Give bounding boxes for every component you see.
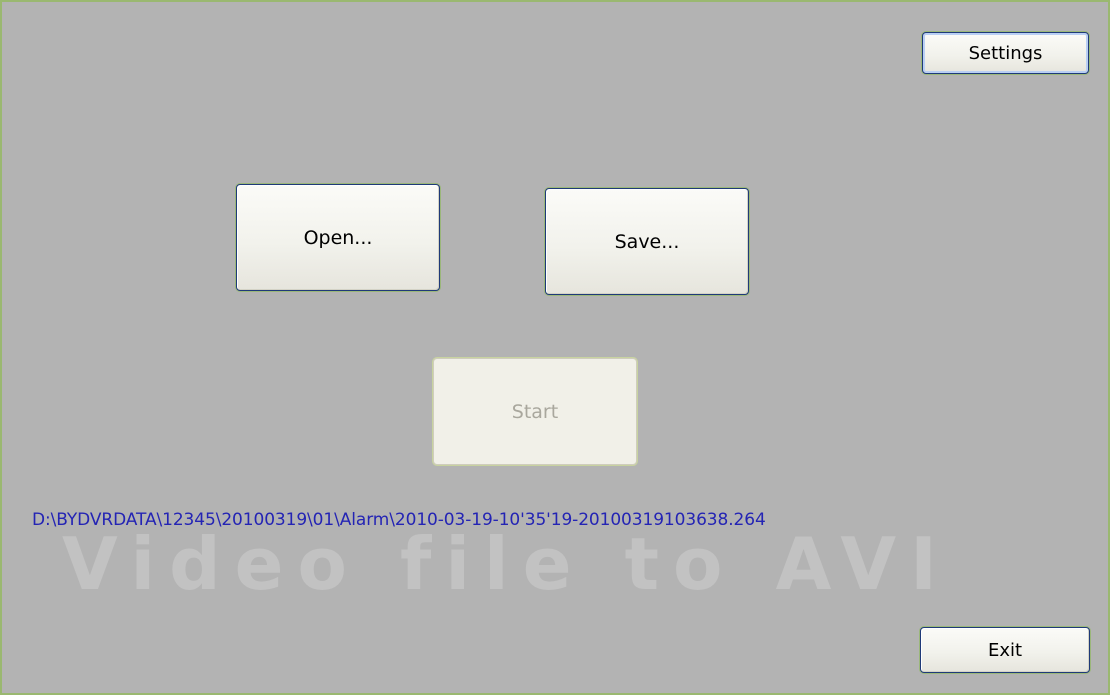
settings-button[interactable]: Settings <box>922 32 1089 74</box>
start-button[interactable]: Start <box>433 358 637 465</box>
app-title-watermark: Video file to AVI <box>62 522 951 606</box>
exit-button[interactable]: Exit <box>920 627 1090 673</box>
save-button[interactable]: Save... <box>545 188 749 295</box>
converter-window: Video file to AVI Settings Open... Save.… <box>0 0 1110 695</box>
start-button-label: Start <box>511 400 559 423</box>
exit-button-label: Exit <box>987 639 1023 661</box>
settings-button-label: Settings <box>968 42 1043 64</box>
selected-file-path: D:\BYDVRDATA\12345\20100319\01\Alarm\201… <box>32 510 766 530</box>
open-button[interactable]: Open... <box>236 184 440 291</box>
save-button-label: Save... <box>614 230 680 253</box>
open-button-label: Open... <box>303 226 373 249</box>
